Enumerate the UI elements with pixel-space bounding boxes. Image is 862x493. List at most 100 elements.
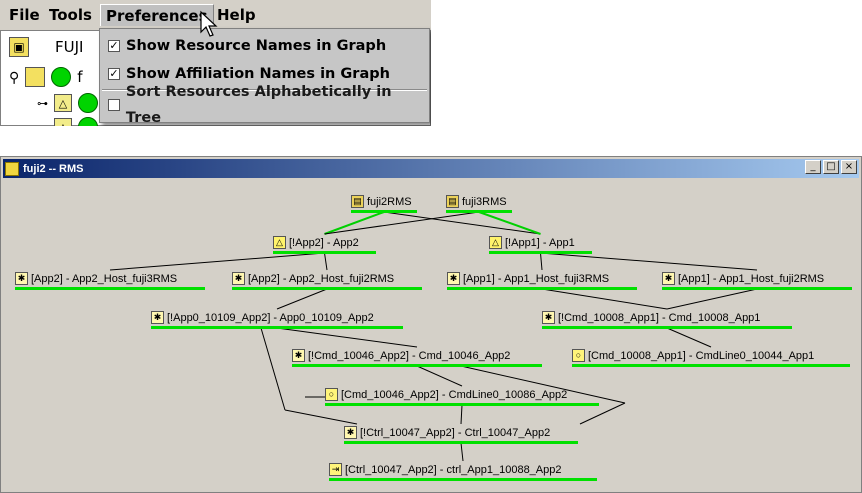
graph-edge — [416, 365, 463, 387]
graph-node-label: [!Cmd_10008_App1] - Cmd_10008_App1 — [558, 311, 761, 324]
graph-node-label: fuji2RMS — [367, 195, 412, 208]
graph-node-ctrl-10047[interactable]: ✱ [!Ctrl_10047_App2] - Ctrl_10047_App2 — [344, 424, 578, 444]
graph-node-label: [!App0_10109_App2] - App0_10109_App2 — [167, 311, 374, 324]
rms-icon: ▤ — [351, 195, 364, 208]
gear-icon: ✱ — [232, 272, 245, 285]
graph-node-fuji3rms[interactable]: ▤ fuji3RMS — [446, 193, 512, 213]
status-online-icon — [78, 117, 98, 126]
node-status-bar — [489, 251, 592, 254]
node-status-bar — [446, 210, 512, 213]
app-window-icon — [5, 161, 19, 176]
menu-sort-alphabetically[interactable]: Sort Resources Alphabetically in Tree — [108, 84, 429, 126]
cluster-icon: ▣ — [9, 37, 29, 57]
node-status-bar — [329, 478, 597, 481]
gear-icon: ✱ — [542, 311, 555, 324]
tree-row-node[interactable]: ⚲ f — [9, 65, 83, 89]
window-titlebar[interactable]: fuji2 -- RMS _ □ × — [3, 159, 859, 178]
rms-icon: ▤ — [446, 195, 459, 208]
graph-node-app1host2[interactable]: ✱ [App1] - App1_Host_fuji2RMS — [662, 270, 852, 290]
rms-icon — [25, 67, 46, 87]
tree-row-app[interactable]: ⊶ △ — [37, 91, 98, 115]
graph-edge — [666, 288, 758, 310]
gear-icon: ✱ — [292, 349, 305, 362]
graph-edge — [260, 327, 286, 411]
graph-edge — [540, 252, 758, 271]
ctrl-icon: ⇥ — [329, 463, 342, 476]
graph-node-app2host2[interactable]: ✱ [App2] - App2_Host_fuji2RMS — [232, 270, 422, 290]
menu-item-label: Sort Resources Alphabetically in Tree — [125, 84, 392, 126]
graph-edge — [276, 288, 328, 310]
node-status-bar — [344, 441, 578, 444]
mouse-cursor-icon — [200, 10, 218, 37]
window-title: fuji2 -- RMS — [23, 162, 84, 175]
node-status-bar — [15, 287, 205, 290]
gear-icon: ✱ — [151, 311, 164, 324]
node-status-bar — [232, 287, 422, 290]
gear-icon: ✱ — [662, 272, 675, 285]
graph-node-cmd-10008[interactable]: ✱ [!Cmd_10008_App1] - Cmd_10008_App1 — [542, 309, 792, 329]
maximize-button[interactable]: □ — [823, 160, 839, 174]
node-status-bar — [325, 403, 599, 406]
graph-edge — [478, 211, 541, 235]
minimize-button[interactable]: _ — [805, 160, 821, 174]
tree-row-root[interactable]: ▣ FUJI — [9, 35, 83, 59]
graph-node-cmdline-10044[interactable]: ○ [Cmd_10008_App1] - CmdLine0_10044_App1 — [572, 347, 850, 367]
graph-edge — [460, 442, 464, 462]
graph-edge — [324, 252, 328, 271]
menu-show-resource-names[interactable]: ✓ Show Resource Names in Graph — [108, 33, 386, 59]
status-online-icon — [51, 67, 72, 87]
graph-node-cmdline-10086[interactable]: ○ [Cmd_10046_App2] - CmdLine0_10086_App2 — [325, 386, 599, 406]
checkbox-checked-icon[interactable]: ✓ — [108, 68, 120, 80]
graph-edge — [324, 211, 480, 235]
graph-edge — [579, 402, 626, 425]
graph-node-ctrl-10088[interactable]: ⇥ [Ctrl_10047_App2] - ctrl_App1_10088_App… — [329, 461, 597, 481]
graph-edge — [383, 211, 541, 235]
graph-edge — [666, 327, 712, 348]
node-status-bar — [542, 326, 792, 329]
graph-node-label: [App2] - App2_Host_fuji2RMS — [248, 272, 395, 285]
tree-row-app-2[interactable]: ⊶ △ — [37, 115, 98, 126]
tree-node-label: f — [77, 68, 83, 86]
expand-icon[interactable]: ⊶ — [37, 121, 48, 127]
graph-edge — [109, 252, 325, 271]
graph-node-label: [!Cmd_10046_App2] - Cmd_10046_App2 — [308, 349, 511, 362]
node-status-bar — [351, 210, 417, 213]
gear-icon: ✱ — [344, 426, 357, 439]
graph-node-app1[interactable]: △ [!App1] - App1 — [489, 234, 592, 254]
graph-node-label: [Ctrl_10047_App2] - ctrl_App1_10088_App2 — [345, 463, 562, 476]
preferences-dropdown: ✓ Show Resource Names in Graph ✓ Show Af… — [99, 28, 430, 126]
gear-icon: ✱ — [447, 272, 460, 285]
checkbox-checked-icon[interactable]: ✓ — [108, 40, 120, 52]
checkbox-unchecked-icon[interactable] — [108, 99, 120, 111]
graph-node-label: [!App1] - App1 — [505, 236, 575, 249]
node-status-bar — [572, 364, 850, 367]
app-icon: △ — [54, 94, 72, 112]
graph-canvas[interactable]: ▤ fuji2RMS ▤ fuji3RMS △ [!App2] - App2 △ [!App1… — [5, 181, 857, 490]
graph-node-label: [App1] - App1_Host_fuji3RMS — [463, 272, 610, 285]
menu-preferences[interactable]: Preferences — [100, 4, 214, 26]
graph-node-label: fuji3RMS — [462, 195, 507, 208]
node-status-bar — [151, 326, 403, 329]
app-icon: △ — [489, 236, 502, 249]
node-status-bar — [662, 287, 852, 290]
graph-node-app1host3[interactable]: ✱ [App1] - App1_Host_fuji3RMS — [447, 270, 637, 290]
graph-node-fuji2rms[interactable]: ▤ fuji2RMS — [351, 193, 417, 213]
expand-icon[interactable]: ⚲ — [9, 69, 19, 86]
graph-node-cmd-10046[interactable]: ✱ [!Cmd_10046_App2] - Cmd_10046_App2 — [292, 347, 542, 367]
graph-node-label: [!App2] - App2 — [289, 236, 359, 249]
graph-node-app2[interactable]: △ [!App2] - App2 — [273, 234, 376, 254]
menu-screenshot-crop: File Tools Preferences Help ▣ FUJI ⚲ f ⊶… — [0, 0, 431, 126]
graph-edge — [276, 327, 418, 348]
graph-node-app0-10109[interactable]: ✱ [!App0_10109_App2] - App0_10109_App2 — [151, 309, 403, 329]
graph-edge — [284, 409, 358, 425]
app-icon: △ — [273, 236, 286, 249]
graph-window: fuji2 -- RMS _ □ × ▤ fuji2RMS ▤ fuji3RMS △ [!… — [0, 156, 862, 493]
menu-tools[interactable]: Tools — [44, 4, 97, 26]
graph-edge — [324, 211, 385, 235]
graph-node-app2host3[interactable]: ✱ [App2] - App2_Host_fuji3RMS — [15, 270, 205, 290]
expand-icon[interactable]: ⊶ — [37, 97, 48, 110]
graph-node-label: [Cmd_10046_App2] - CmdLine0_10086_App2 — [341, 388, 568, 401]
menu-file[interactable]: File — [4, 4, 45, 26]
close-button[interactable]: × — [841, 160, 857, 174]
graph-node-label: [App1] - App1_Host_fuji2RMS — [678, 272, 825, 285]
